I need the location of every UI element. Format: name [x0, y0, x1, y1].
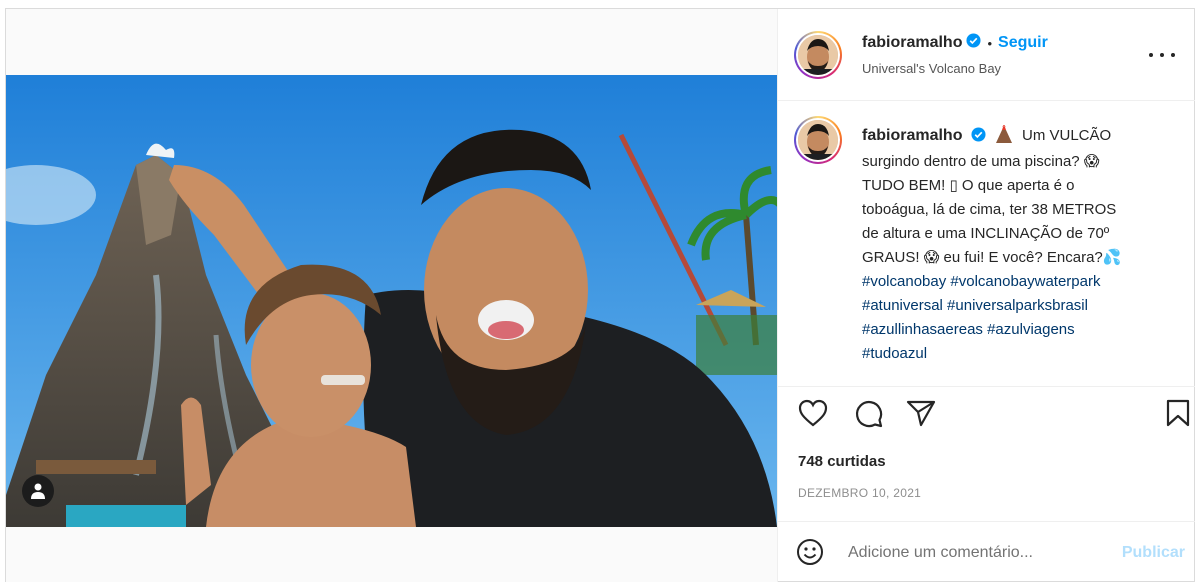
post-photo[interactable]	[6, 75, 777, 527]
verified-badge-icon	[971, 126, 986, 150]
hashtag-line-2[interactable]: #atuniversal #universalparksbrasil	[862, 297, 1088, 314]
smiley-icon[interactable]	[796, 538, 824, 571]
post-container: fabioramalho • Seguir Universal's Volcan…	[5, 8, 1195, 582]
caption-line-2: surgindo dentro de uma piscina? 😱	[862, 153, 1100, 170]
caption-line-1: Um VULCÃO	[1021, 127, 1112, 144]
post-location[interactable]: Universal's Volcano Bay	[862, 61, 1001, 76]
publish-button[interactable]: Publicar	[1122, 544, 1185, 562]
author-username[interactable]: fabioramalho	[862, 34, 962, 52]
caption-line-3: TUDO BEM! ▯ O que aperta é o	[862, 177, 1075, 194]
caption-line-4: toboágua, lá de cima, ter 38 METROS	[862, 201, 1117, 218]
send-icon[interactable]	[906, 399, 936, 432]
photo-illustration	[6, 75, 777, 527]
post-date: DEZEMBRO 10, 2021	[798, 486, 922, 500]
post-caption: fabioramalho Um VULCÃO surgindo dentro d…	[862, 124, 1162, 366]
caption-author-avatar[interactable]	[794, 116, 842, 164]
post-header: fabioramalho • Seguir Universal's Volcan…	[778, 9, 1195, 101]
volcano-icon	[990, 124, 1018, 148]
comment-bar: Publicar	[778, 521, 1195, 582]
comment-icon[interactable]	[854, 399, 884, 434]
comment-input[interactable]	[848, 540, 1098, 566]
separator-dot: •	[987, 35, 993, 51]
heart-icon[interactable]	[798, 399, 828, 432]
hashtag-line-1[interactable]: #volcanobay #volcanobaywaterpark	[862, 273, 1100, 290]
post-media-area	[6, 9, 777, 582]
bookmark-icon[interactable]	[1166, 399, 1190, 432]
likes-count[interactable]: 748 curtidas	[798, 453, 886, 470]
caption-line-6: GRAUS! 😱 eu fui! E você? Encara?💦	[862, 249, 1122, 266]
follow-button[interactable]: Seguir	[998, 34, 1048, 52]
post-actions-bar	[778, 399, 1195, 439]
author-avatar[interactable]	[794, 31, 842, 79]
tagged-user-icon[interactable]	[22, 475, 54, 507]
hashtag-line-4[interactable]: #tudoazul	[862, 345, 927, 362]
post-details-panel: fabioramalho • Seguir Universal's Volcan…	[777, 9, 1195, 582]
more-options-icon[interactable]	[1149, 45, 1175, 65]
caption-line-5: de altura e uma INCLINAÇÃO de 70º	[862, 225, 1110, 242]
hashtag-line-3[interactable]: #azullinhasaereas #azulviagens	[862, 321, 1075, 338]
caption-username[interactable]: fabioramalho	[862, 127, 962, 144]
caption-section: fabioramalho Um VULCÃO surgindo dentro d…	[778, 102, 1195, 387]
verified-badge-icon	[966, 33, 981, 53]
